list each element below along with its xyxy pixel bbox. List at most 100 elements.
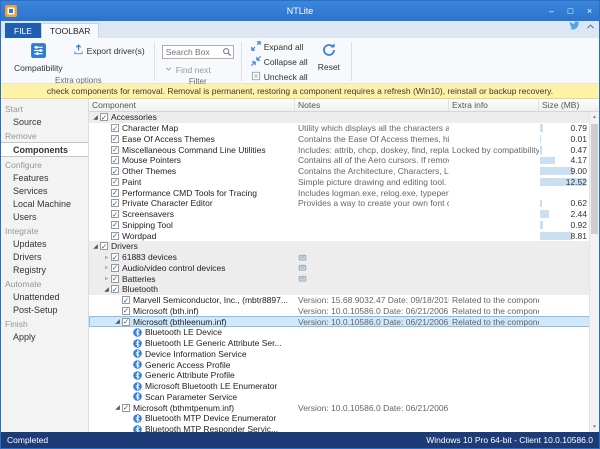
table-row[interactable]: ◢✓Drivers xyxy=(89,241,599,252)
row-checkbox[interactable]: ✓ xyxy=(122,318,130,326)
collapse-tree-icon[interactable]: ◢ xyxy=(113,404,122,411)
scroll-up-icon[interactable]: ▲ xyxy=(590,112,599,122)
sidebar-item-apply[interactable]: Apply xyxy=(1,330,88,343)
collapse-tree-icon[interactable]: ◢ xyxy=(113,318,122,325)
table-row[interactable]: Bluetooth LE Device xyxy=(89,327,599,338)
sidebar-item-components[interactable]: Components xyxy=(1,142,88,157)
row-checkbox[interactable]: ✓ xyxy=(111,264,119,272)
expand-tree-icon[interactable]: ▹ xyxy=(102,275,111,282)
collapse-all-button[interactable]: Collapse all xyxy=(247,55,312,69)
row-checkbox[interactable]: ✓ xyxy=(122,404,130,412)
table-row[interactable]: Scan Parameter Service xyxy=(89,392,599,403)
table-row[interactable]: Bluetooth MTP Responder Servic... xyxy=(89,424,599,432)
table-row[interactable]: ✓PaintSimple picture drawing and editing… xyxy=(89,177,599,188)
column-header-size[interactable]: Size (MB) xyxy=(539,99,581,111)
row-checkbox[interactable]: ✓ xyxy=(111,210,119,218)
expand-all-button[interactable]: Expand all xyxy=(247,40,312,54)
table-row[interactable]: Bluetooth MTP Device Enumerator xyxy=(89,413,599,424)
tab-toolbar[interactable]: TOOLBAR xyxy=(41,23,99,38)
table-row[interactable]: Generic Attribute Profile xyxy=(89,370,599,381)
table-row[interactable]: ▹✓Batteries xyxy=(89,273,599,284)
table-row[interactable]: ✓Mouse PointersContains all of the Aero … xyxy=(89,155,599,166)
row-checkbox[interactable]: ✓ xyxy=(111,232,119,240)
sidebar-item-registry[interactable]: Registry xyxy=(1,263,88,276)
table-row[interactable]: ✓Microsoft (bth.inf)Version: 10.0.10586.… xyxy=(89,306,599,317)
component-label: Microsoft Bluetooth LE Enumerator xyxy=(145,381,277,391)
extra-info-cell xyxy=(449,177,539,188)
table-row[interactable]: ▹✓Audio/video control devices xyxy=(89,263,599,274)
row-checkbox[interactable]: ✓ xyxy=(111,285,119,293)
row-checkbox[interactable]: ✓ xyxy=(111,253,119,261)
sidebar-item-drivers[interactable]: Drivers xyxy=(1,250,88,263)
notes-cell: Includes logman.exe, relog.exe, typeperf… xyxy=(295,187,449,198)
size-cell: 0.01 xyxy=(539,134,591,145)
row-checkbox[interactable]: ✓ xyxy=(111,221,119,229)
table-row[interactable]: ◢✓Microsoft (bthmtpenum.inf)Version: 10.… xyxy=(89,402,599,413)
collapse-tree-icon[interactable]: ◢ xyxy=(102,286,111,293)
table-row[interactable]: Microsoft Bluetooth LE Enumerator xyxy=(89,381,599,392)
table-row[interactable]: ✓Other ThemesContains the Architecture, … xyxy=(89,166,599,177)
warning-bar: check components for removal. Removal is… xyxy=(1,84,599,99)
notes-cell: Utility which displays all the character… xyxy=(295,123,449,134)
sidebar-item-post-setup[interactable]: Post-Setup xyxy=(1,303,88,316)
row-checkbox[interactable]: ✓ xyxy=(111,156,119,164)
sidebar-item-local-machine[interactable]: Local Machine xyxy=(1,197,88,210)
row-checkbox[interactable]: ✓ xyxy=(111,178,119,186)
table-row[interactable]: ✓Character MapUtility which displays all… xyxy=(89,123,599,134)
table-row[interactable]: ✓Snipping Tool0.92 xyxy=(89,220,599,231)
size-cell: 2.44 xyxy=(539,209,591,220)
row-checkbox[interactable]: ✓ xyxy=(111,124,119,132)
scroll-down-icon[interactable]: ▼ xyxy=(590,422,599,432)
table-row[interactable]: ✓Screensavers2.44 xyxy=(89,209,599,220)
expand-tree-icon[interactable]: ▹ xyxy=(102,254,111,261)
table-row[interactable]: ✓Marvell Semiconductor, Inc., (mbtr8897.… xyxy=(89,295,599,306)
row-checkbox[interactable]: ✓ xyxy=(100,113,108,121)
row-checkbox[interactable]: ✓ xyxy=(111,135,119,143)
collapse-tree-icon[interactable]: ◢ xyxy=(91,114,100,121)
component-cell: ✓Private Character Editor xyxy=(89,198,295,209)
row-checkbox[interactable]: ✓ xyxy=(111,189,119,197)
table-row[interactable]: Device Information Service xyxy=(89,349,599,360)
size-cell xyxy=(539,295,591,306)
table-row[interactable]: ✓Wordpad8.81 xyxy=(89,230,599,241)
row-checkbox[interactable]: ✓ xyxy=(111,199,119,207)
sidebar-item-source[interactable]: Source xyxy=(1,115,88,128)
row-checkbox[interactable]: ✓ xyxy=(111,146,119,154)
row-checkbox[interactable]: ✓ xyxy=(100,242,108,250)
vertical-scrollbar[interactable]: ▲ ▼ xyxy=(589,112,599,432)
table-row[interactable]: ✓Miscellaneous Command Line UtilitiesInc… xyxy=(89,144,599,155)
table-row[interactable]: ✓Private Character EditorProvides a way … xyxy=(89,198,599,209)
collapse-tree-icon[interactable]: ◢ xyxy=(91,243,100,250)
component-cell: Bluetooth LE Generic Attribute Ser... xyxy=(89,338,295,349)
column-header-extra-info[interactable]: Extra info xyxy=(449,99,539,111)
table-row[interactable]: ◢✓Bluetooth xyxy=(89,284,599,295)
uncheck-all-button[interactable]: Uncheck all xyxy=(247,70,312,84)
scrollbar-thumb[interactable] xyxy=(591,124,598,234)
sidebar-item-unattended[interactable]: Unattended xyxy=(1,290,88,303)
reset-button[interactable]: Reset xyxy=(312,40,346,74)
row-checkbox[interactable]: ✓ xyxy=(111,275,119,283)
expand-tree-icon[interactable]: ▹ xyxy=(102,264,111,271)
table-row[interactable]: ▹✓61883 devices xyxy=(89,252,599,263)
find-next-button[interactable]: Find next xyxy=(160,63,215,76)
column-header-notes[interactable]: Notes xyxy=(295,99,449,111)
table-row[interactable]: ◢✓Microsoft (bthleenum.inf)Version: 10.0… xyxy=(89,316,599,327)
component-tree[interactable]: ◢✓Accessories✓Character MapUtility which… xyxy=(89,112,599,432)
table-row[interactable]: ✓Ease Of Access ThemesContains the Ease … xyxy=(89,134,599,145)
table-row[interactable]: Generic Access Profile xyxy=(89,359,599,370)
table-row[interactable]: ✓Performance CMD Tools for TracingInclud… xyxy=(89,187,599,198)
row-checkbox[interactable]: ✓ xyxy=(122,307,130,315)
tab-file[interactable]: FILE xyxy=(5,23,41,38)
column-header-component[interactable]: Component xyxy=(89,99,295,111)
sidebar-item-services[interactable]: Services xyxy=(1,184,88,197)
bluetooth-icon xyxy=(133,371,142,380)
sidebar-item-users[interactable]: Users xyxy=(1,210,88,223)
export-drivers-button[interactable]: Export driver(s) xyxy=(69,43,149,58)
row-checkbox[interactable]: ✓ xyxy=(111,167,119,175)
compatibility-button[interactable]: Compatibility xyxy=(8,40,69,75)
table-row[interactable]: ◢✓Accessories xyxy=(89,112,599,123)
row-checkbox[interactable]: ✓ xyxy=(122,296,130,304)
sidebar-item-features[interactable]: Features xyxy=(1,171,88,184)
sidebar-item-updates[interactable]: Updates xyxy=(1,237,88,250)
table-row[interactable]: Bluetooth LE Generic Attribute Ser... xyxy=(89,338,599,349)
